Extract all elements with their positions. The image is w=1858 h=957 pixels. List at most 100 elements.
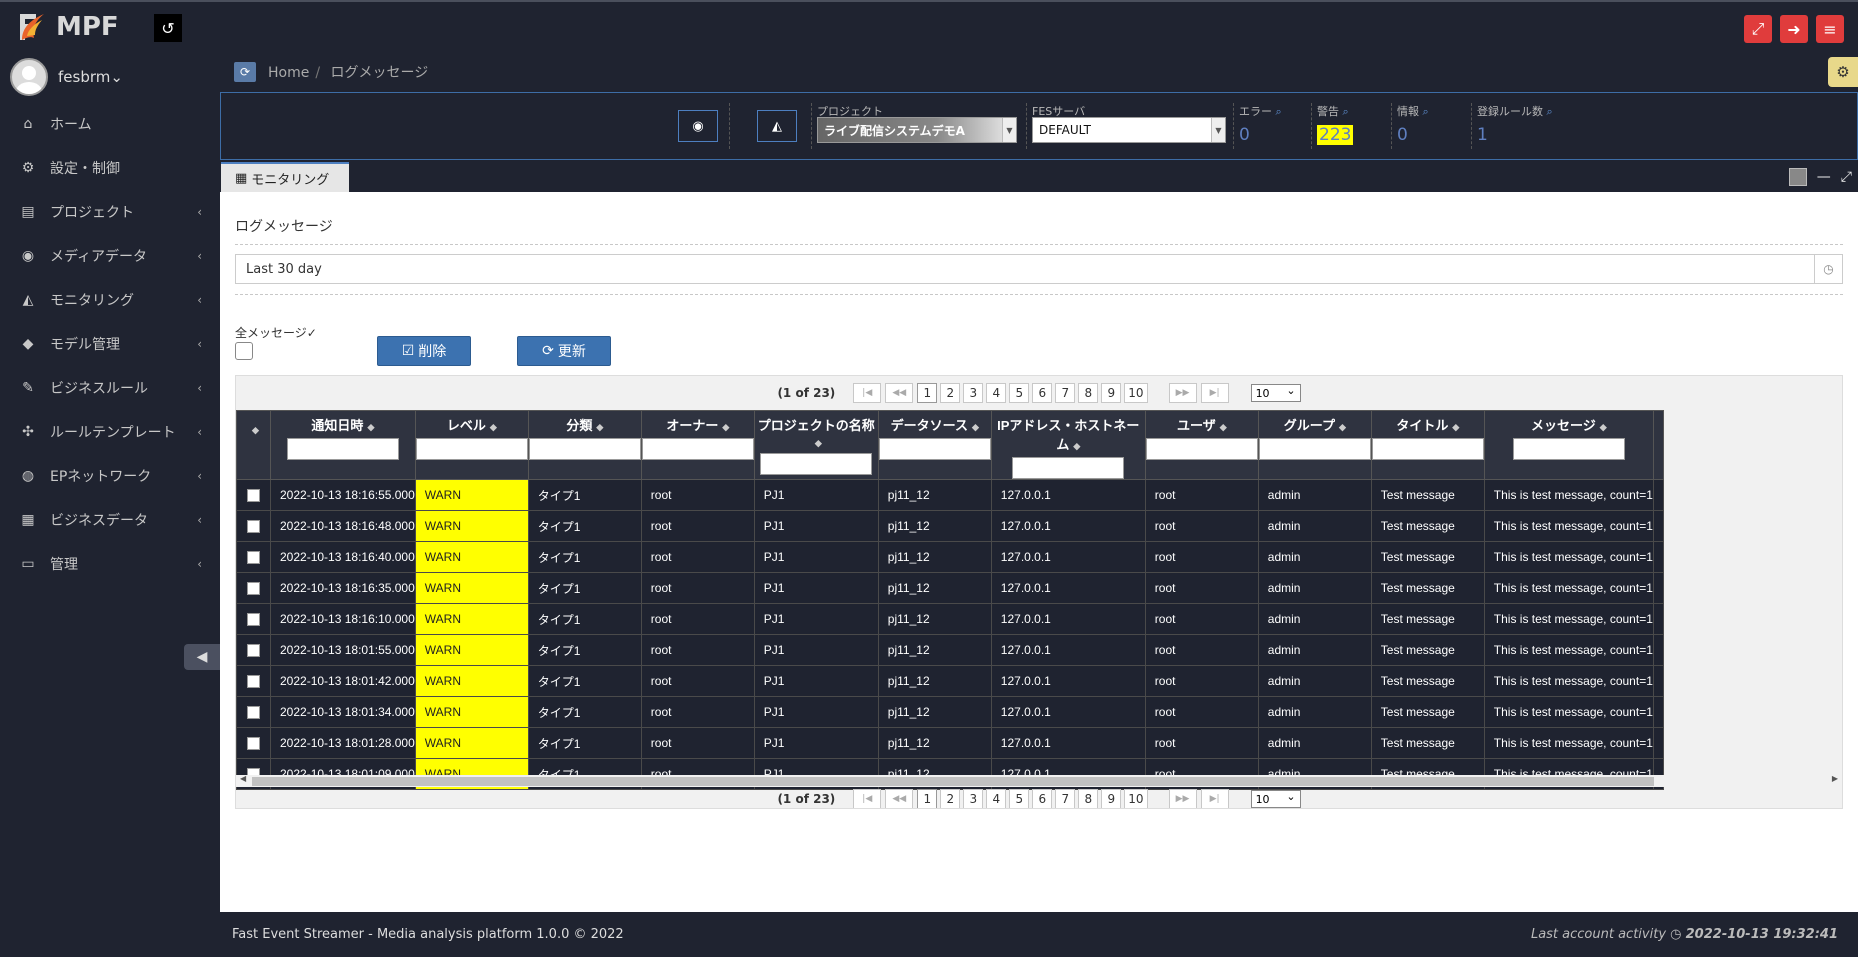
row-checkbox[interactable] — [247, 644, 260, 658]
next-page-button[interactable]: ▶▶ — [1168, 383, 1197, 403]
row-checkbox[interactable] — [247, 489, 260, 503]
column-filter-input[interactable] — [286, 438, 399, 460]
warning-count-label[interactable]: 警告 ⌕ — [1317, 103, 1349, 119]
last-page-button[interactable]: ▶| — [1200, 383, 1229, 403]
row-checkbox-cell[interactable] — [236, 603, 271, 635]
sidebar-item-2[interactable]: ▤ プロジェクト ‹ — [0, 190, 220, 234]
sidebar-item-7[interactable]: ✣ ルールテンプレート ‹ — [0, 410, 220, 454]
page-button[interactable]: 2 — [940, 789, 961, 808]
all-messages-checkbox[interactable] — [235, 342, 253, 360]
page-button[interactable]: 5 — [1009, 383, 1030, 403]
table-row[interactable]: 2022-10-13 18:16:40.000 WARN タイプ1 root PJ1 pj… — [236, 541, 1664, 573]
tab-monitoring[interactable]: ▦ モニタリング — [221, 162, 349, 192]
row-checkbox-cell[interactable] — [236, 634, 271, 666]
row-checkbox-cell[interactable] — [236, 541, 271, 573]
row-checkbox[interactable] — [247, 675, 260, 689]
scroll-thumb[interactable] — [252, 777, 1654, 786]
column-header[interactable]: タイトル ◆ — [1370, 410, 1485, 480]
row-checkbox[interactable] — [247, 613, 260, 627]
sidebar-collapse-button[interactable]: ◀ — [184, 644, 220, 670]
page-button[interactable]: 1 — [917, 789, 938, 808]
minimize-icon[interactable]: — — [1817, 169, 1831, 185]
page-button[interactable]: 3 — [963, 789, 984, 808]
error-count-label[interactable]: エラー ⌕ — [1239, 103, 1282, 119]
breadcrumb-home[interactable]: Home — [268, 65, 309, 81]
select-column-header[interactable]: ◆ — [236, 410, 271, 480]
column-filter-input[interactable] — [1145, 438, 1258, 460]
column-header[interactable]: プロジェクトの名称 ◆ — [753, 410, 879, 480]
page-button[interactable]: 9 — [1101, 383, 1122, 403]
info-count-label[interactable]: 情報 ⌕ — [1397, 103, 1429, 119]
row-checkbox[interactable] — [247, 706, 260, 720]
sidebar-item-3[interactable]: ◉ メディアデータ ‹ — [0, 234, 220, 278]
page-button[interactable]: 4 — [986, 383, 1007, 403]
prev-page-button[interactable]: ◀◀ — [885, 383, 914, 403]
project-select[interactable]: ライブ配信システムデモA ▼ — [817, 117, 1017, 143]
settings-panel-button[interactable]: ⚙ — [1828, 57, 1858, 87]
scroll-right-icon[interactable]: ▶ — [1832, 774, 1838, 783]
page-button[interactable]: 10 — [1124, 383, 1148, 403]
menu-button[interactable]: ≡ — [1816, 15, 1844, 43]
column-filter-input[interactable] — [878, 438, 991, 460]
column-header[interactable]: グループ ◆ — [1257, 410, 1372, 480]
table-row[interactable]: 2022-10-13 18:16:10.000 WARN タイプ1 root PJ1 pj… — [236, 603, 1664, 635]
chart-button[interactable]: ◭ — [757, 110, 797, 142]
row-checkbox-cell[interactable] — [236, 696, 271, 728]
column-header[interactable]: オーナー ◆ — [640, 410, 755, 480]
rows-per-page-select[interactable]: 10 — [1250, 384, 1301, 402]
table-row[interactable]: 2022-10-13 18:01:28.000 WARN タイプ1 root PJ1 pj… — [236, 727, 1664, 759]
table-row[interactable]: 2022-10-13 18:16:48.000 WARN タイプ1 root PJ1 pj… — [236, 510, 1664, 542]
table-row[interactable]: 2022-10-13 18:01:55.000 WARN タイプ1 root PJ1 pj… — [236, 634, 1664, 666]
row-checkbox-cell[interactable] — [236, 665, 271, 697]
first-page-button[interactable]: |◀ — [853, 789, 882, 808]
column-filter-input[interactable] — [641, 438, 754, 460]
table-row[interactable]: 2022-10-13 18:16:55.000 WARN タイプ1 root PJ1 pj… — [236, 479, 1664, 511]
sidebar-item-0[interactable]: ⌂ ホーム — [0, 102, 220, 146]
table-row[interactable]: 2022-10-13 18:01:34.000 WARN タイプ1 root PJ1 pj… — [236, 696, 1664, 728]
page-button[interactable]: 8 — [1078, 789, 1099, 808]
last-page-button[interactable]: ▶| — [1200, 789, 1229, 808]
rows-per-page-select[interactable]: 10 — [1250, 790, 1301, 808]
refresh-button[interactable]: ⟳ — [234, 62, 256, 82]
table-row[interactable]: 2022-10-13 18:01:42.000 WARN タイプ1 root PJ1 pj… — [236, 665, 1664, 697]
column-header[interactable]: レベル ◆ — [414, 410, 529, 480]
page-button[interactable]: 7 — [1055, 789, 1076, 808]
column-header[interactable]: 通知日時 ◆ — [270, 410, 416, 480]
maximize-icon[interactable]: ⤢ — [1841, 169, 1852, 185]
column-header[interactable]: データソース ◆ — [877, 410, 992, 480]
date-range-input[interactable]: Last 30 day ◷ — [235, 254, 1843, 284]
column-header[interactable]: ユーザ ◆ — [1144, 410, 1259, 480]
first-page-button[interactable]: |◀ — [853, 383, 882, 403]
page-button[interactable]: 10 — [1124, 789, 1148, 808]
fes-server-select[interactable]: DEFAULT ▼ — [1032, 117, 1226, 143]
sidebar-item-6[interactable]: ✎ ビジネスルール ‹ — [0, 366, 220, 410]
page-button[interactable]: 1 — [917, 383, 938, 403]
delete-button[interactable]: ☑ 削除 — [377, 336, 471, 366]
column-filter-input[interactable] — [760, 453, 873, 475]
app-logo[interactable]: MPF — [14, 10, 119, 44]
table-row[interactable]: 2022-10-13 18:16:35.000 WARN タイプ1 root PJ1 pj… — [236, 572, 1664, 604]
update-button[interactable]: ⟳ 更新 — [517, 336, 611, 366]
row-checkbox[interactable] — [247, 737, 260, 751]
column-header[interactable]: IPアドレス・ホストネーム ◆ — [990, 410, 1146, 480]
page-button[interactable]: 6 — [1032, 789, 1053, 808]
row-checkbox-cell[interactable] — [236, 572, 271, 604]
scroll-left-icon[interactable]: ◀ — [240, 774, 246, 783]
sidebar-item-10[interactable]: ▭ 管理 ‹ — [0, 542, 220, 586]
column-filter-input[interactable] — [1512, 438, 1625, 460]
row-checkbox-cell[interactable] — [236, 727, 271, 759]
rules-count-label[interactable]: 登録ルール数 ⌕ — [1477, 103, 1553, 119]
page-button[interactable]: 3 — [963, 383, 984, 403]
fullscreen-button[interactable]: ⤢ — [1744, 15, 1772, 43]
next-page-button[interactable]: ▶▶ — [1168, 789, 1197, 808]
user-menu[interactable]: fesbrm⌄ — [0, 52, 220, 102]
column-filter-input[interactable] — [1258, 438, 1371, 460]
column-filter-input[interactable] — [1371, 438, 1484, 460]
column-header[interactable]: 分類 ◆ — [527, 410, 642, 480]
row-checkbox[interactable] — [247, 582, 260, 596]
page-button[interactable]: 4 — [986, 789, 1007, 808]
clock-icon[interactable]: ◷ — [1814, 255, 1842, 283]
sidebar-item-5[interactable]: ◆ モデル管理 ‹ — [0, 322, 220, 366]
row-checkbox[interactable] — [247, 551, 260, 565]
page-button[interactable]: 7 — [1055, 383, 1076, 403]
